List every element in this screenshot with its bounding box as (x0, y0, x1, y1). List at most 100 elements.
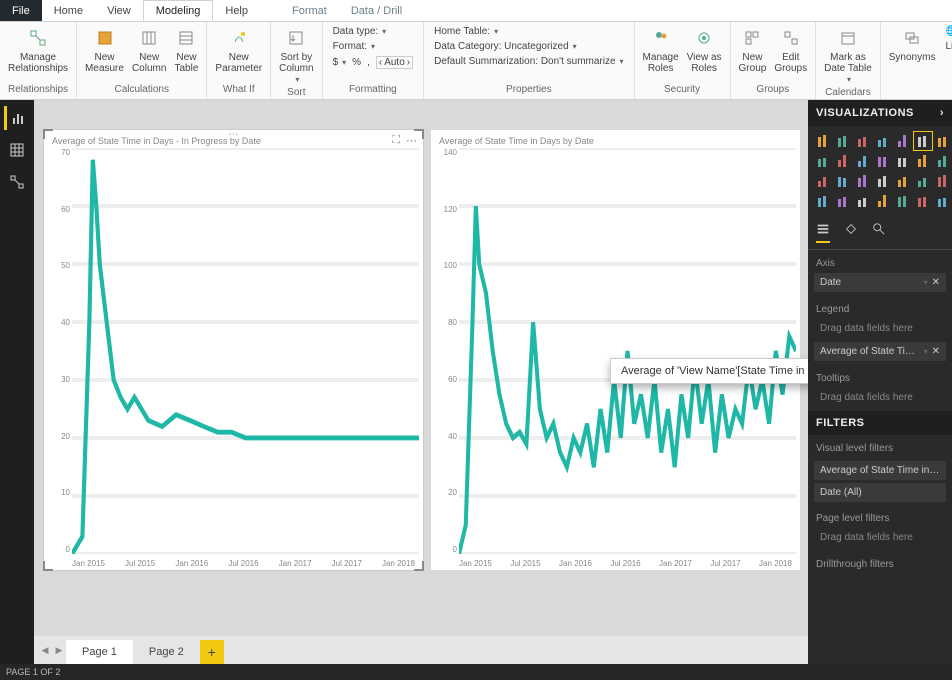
mark-date-table-button[interactable]: Mark as Date Table▾ (820, 24, 876, 87)
viz-type-line-stacked[interactable] (854, 152, 872, 170)
comma-button[interactable]: , (367, 57, 370, 68)
home-table-dropdown[interactable]: Home Table:▾ (434, 26, 498, 37)
viz-type-bar-clustered[interactable] (834, 132, 852, 150)
axis-field-well[interactable]: Date▾✕ (814, 273, 946, 292)
tab-view[interactable]: View (95, 0, 143, 21)
page-next-button[interactable]: ▶ (52, 640, 66, 660)
viz-type-bar-stacked[interactable] (814, 132, 832, 150)
page-prev-button[interactable]: ◀ (38, 640, 52, 660)
chevron-down-icon: ▾ (382, 27, 386, 36)
percent-button[interactable]: % (352, 57, 361, 68)
viz-type-column-stacked[interactable] (854, 132, 872, 150)
tooltips-field-well[interactable]: Drag data fields here (814, 388, 946, 407)
format-tab[interactable] (844, 222, 858, 243)
tab-home[interactable]: Home (42, 0, 95, 21)
viz-type-pie[interactable] (914, 152, 932, 170)
filters-header[interactable]: FILTERS (808, 411, 952, 435)
chevron-down-icon[interactable]: ▾ (924, 278, 928, 287)
view-as-roles-button[interactable]: View as Roles (683, 24, 726, 76)
remove-field-icon[interactable]: ✕ (928, 346, 940, 357)
summarization-dropdown[interactable]: Default Summarization: Don't summarize▾ (434, 56, 623, 67)
focus-mode-icon[interactable]: ⛶ (392, 134, 400, 147)
language-dropdown[interactable]: 🌐 Language▾ (945, 26, 952, 37)
report-view-button[interactable] (4, 106, 30, 130)
format-dropdown[interactable]: Format:▾ (333, 41, 375, 52)
report-canvas[interactable]: ⋯ ⛶ ⋯ Average of State Time in Days - In… (34, 100, 808, 636)
viz-type-line-column[interactable] (834, 152, 852, 170)
viz-type-treemap[interactable] (814, 172, 832, 190)
tab-help[interactable]: Help (213, 0, 260, 21)
linguistic-schema-dropdown[interactable]: Linguistic Schema▾ (945, 41, 952, 52)
new-column-button[interactable]: New Column (128, 24, 170, 76)
currency-button[interactable]: $▾ (333, 57, 347, 68)
manage-roles-button[interactable]: Manage Roles (639, 24, 683, 76)
resize-handle[interactable] (43, 561, 53, 571)
viz-type-line[interactable] (914, 132, 932, 150)
increase-icon[interactable]: › (407, 57, 410, 68)
new-parameter-button[interactable]: New Parameter (211, 24, 266, 76)
fields-tab[interactable] (816, 222, 830, 243)
ribbon-label: Data Category: Uncategorized (434, 41, 569, 52)
viz-type-r[interactable] (894, 192, 912, 210)
data-type-dropdown[interactable]: Data type:▾ (333, 26, 387, 37)
synonyms-button[interactable]: Synonyms (885, 24, 940, 65)
viz-type-waterfall[interactable] (874, 152, 892, 170)
legend-field-well[interactable]: Drag data fields here (814, 319, 946, 338)
manage-relationships-button[interactable]: Manage Relationships (4, 24, 72, 76)
table-icon (174, 26, 198, 50)
page-filter-well[interactable]: Drag data fields here (814, 528, 946, 547)
viz-type-matrix[interactable] (874, 192, 892, 210)
viz-type-donut[interactable] (934, 152, 952, 170)
viz-type-funnel[interactable] (874, 172, 892, 190)
decrease-icon[interactable]: ‹ (379, 57, 382, 68)
line-chart-svg (459, 148, 796, 554)
chevron-right-icon[interactable]: › (940, 107, 944, 119)
viz-type-custom[interactable] (934, 192, 952, 210)
tab-datadrill[interactable]: Data / Drill (339, 0, 414, 21)
analytics-tab[interactable] (872, 222, 886, 243)
tab-file[interactable]: File (0, 0, 42, 21)
viz-type-gauge[interactable] (894, 172, 912, 190)
viz-type-map[interactable] (834, 172, 852, 190)
tab-format[interactable]: Format (280, 0, 339, 21)
data-view-button[interactable] (4, 138, 30, 162)
edit-groups-button[interactable]: Edit Groups (770, 24, 811, 76)
values-field-well[interactable]: Average of State Time in …▾✕ (814, 342, 946, 361)
viz-type-card[interactable] (914, 172, 932, 190)
tab-modeling[interactable]: Modeling (143, 0, 214, 21)
add-page-button[interactable]: + (200, 640, 224, 664)
chevron-down-icon[interactable]: ▾ (924, 347, 928, 356)
viz-type-py[interactable] (914, 192, 932, 210)
new-group-button[interactable]: New Group (735, 24, 771, 76)
data-category-dropdown[interactable]: Data Category: Uncategorized▾ (434, 41, 577, 52)
more-options-icon[interactable]: ⋯ (406, 134, 417, 147)
visual-title: Average of State Time in Days by Date (431, 130, 800, 146)
model-view-button[interactable] (4, 170, 30, 194)
filter-item[interactable]: Date (All) (814, 483, 946, 502)
viz-type-slicer[interactable] (834, 192, 852, 210)
resize-handle[interactable] (414, 561, 424, 571)
visualizations-pane: VISUALIZATIONS › Axis Date▾✕ Legend Drag… (808, 100, 952, 664)
line-chart-visual-left[interactable]: ⋯ ⛶ ⋯ Average of State Time in Days - In… (44, 130, 423, 570)
remove-field-icon[interactable]: ✕ (928, 277, 940, 288)
decimals-stepper[interactable]: ‹ Auto › (376, 56, 413, 69)
visualizations-header[interactable]: VISUALIZATIONS › (808, 100, 952, 126)
new-measure-button[interactable]: New Measure (81, 24, 128, 76)
viz-type-table[interactable] (854, 192, 872, 210)
viz-type-scatter[interactable] (894, 152, 912, 170)
viz-type-multi-card[interactable] (934, 172, 952, 190)
page-tab-1[interactable]: Page 1 (66, 640, 133, 664)
viz-type-column-clustered[interactable] (874, 132, 892, 150)
filter-item[interactable]: Average of State Time in … (814, 461, 946, 480)
viz-type-area[interactable] (934, 132, 952, 150)
viz-type-column-100[interactable] (894, 132, 912, 150)
viz-type-filled-map[interactable] (854, 172, 872, 190)
viz-type-ribbon[interactable] (814, 152, 832, 170)
line-chart-visual-right[interactable]: Average of State Time in Days by Date 14… (431, 130, 800, 570)
drag-handle-icon[interactable]: ⋯ (228, 129, 238, 140)
viz-type-kpi[interactable] (814, 192, 832, 210)
new-table-button[interactable]: New Table (170, 24, 202, 76)
resize-handle[interactable] (43, 129, 53, 139)
sort-by-column-button[interactable]: Sort by Column▾ (275, 24, 317, 87)
page-tab-2[interactable]: Page 2 (133, 640, 200, 664)
